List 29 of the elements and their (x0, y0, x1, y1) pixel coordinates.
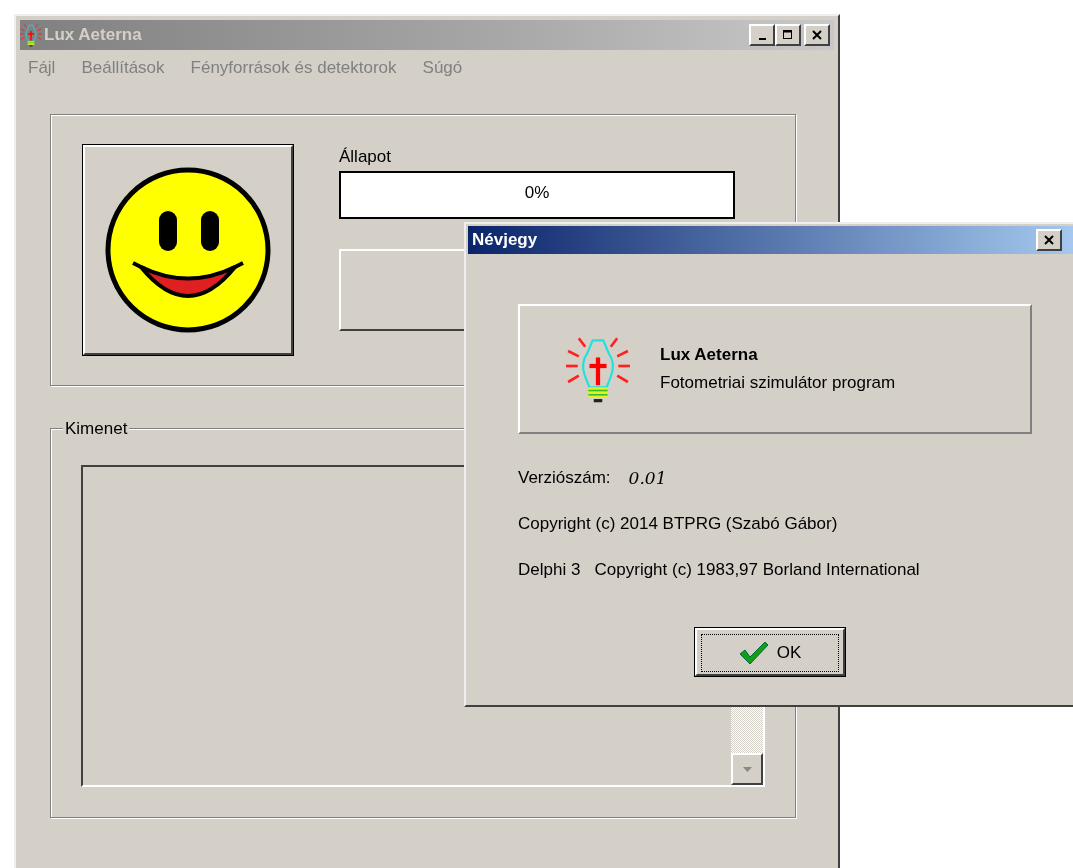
scroll-down-button[interactable] (731, 753, 763, 785)
product-name: Lux Aeterna (660, 345, 759, 365)
lightbulb-icon (20, 22, 42, 48)
close-icon (1044, 235, 1054, 245)
progress-text: 0% (523, 183, 551, 203)
version-number: 0.01 (628, 468, 667, 488)
smiley-icon (103, 165, 273, 335)
smiley-button[interactable] (83, 145, 293, 355)
close-button[interactable] (804, 24, 830, 46)
down-arrow-icon (742, 766, 752, 772)
maximize-icon (783, 30, 793, 40)
minimize-icon (758, 37, 766, 40)
ok-button[interactable]: OK (695, 628, 845, 676)
version-label: Verziószám: (518, 468, 611, 488)
close-icon (812, 30, 822, 40)
maximize-button[interactable] (775, 24, 801, 46)
close-button[interactable] (1036, 229, 1062, 251)
menu-item[interactable]: Súgó (422, 58, 463, 78)
menu-item[interactable]: Beállítások (81, 58, 165, 78)
checkmark-icon (738, 641, 769, 665)
product-description: Fotometriai szimulátor program (660, 373, 896, 393)
copyright-text: Copyright (c) 2014 BTPRG (Szabó Gábor) (518, 514, 838, 534)
status-label: Állapot (339, 147, 392, 167)
menu-item[interactable]: Fájl (28, 58, 56, 78)
minimize-button[interactable] (749, 24, 775, 46)
window-title: Lux Aeterna (44, 25, 142, 45)
menu-item[interactable]: Fényforrások és detektorok (190, 58, 397, 78)
compiler-text: Delphi 3 Copyright (c) 1983,97 Borland International (518, 560, 920, 580)
dialog-title: Névjegy (472, 230, 538, 250)
